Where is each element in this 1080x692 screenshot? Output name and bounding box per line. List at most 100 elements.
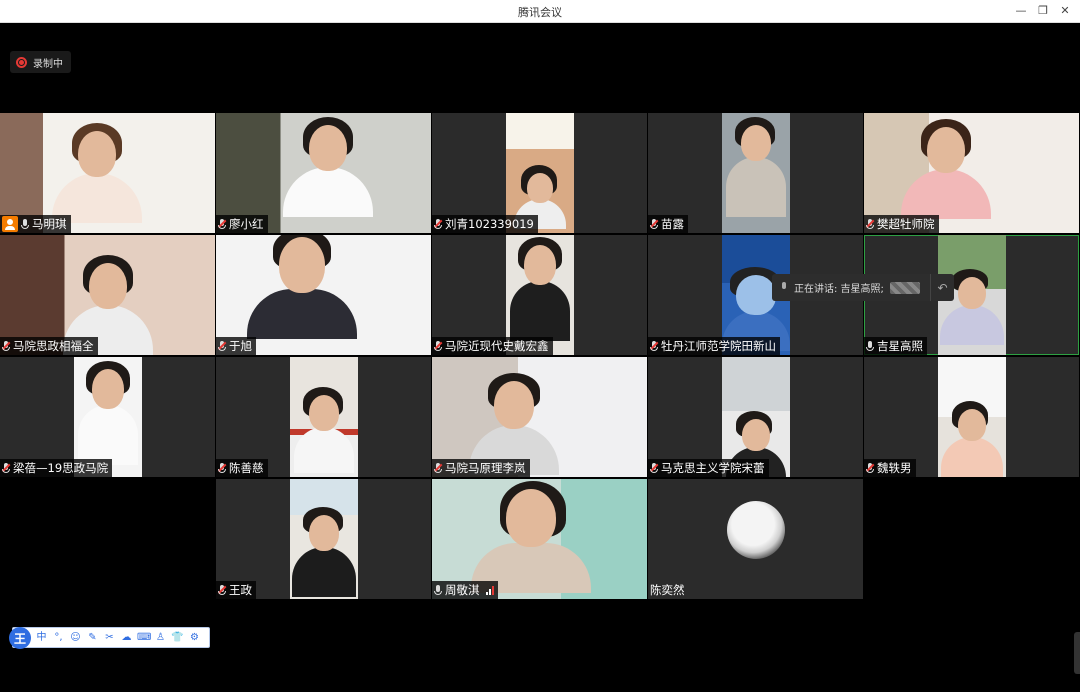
emoji-icon[interactable]: ☺ xyxy=(69,631,82,645)
name-tag: 马院思政相福全 xyxy=(0,337,98,355)
mic-muted-icon xyxy=(217,340,227,352)
restore-icon[interactable]: ❐ xyxy=(1034,3,1052,19)
ime-logo[interactable]: 王 xyxy=(9,627,31,649)
ime-mode-toggle[interactable]: 中 xyxy=(35,631,48,645)
name-tag: 周敬淇 xyxy=(432,581,498,599)
participant-tile[interactable]: 魏轶男 xyxy=(864,357,1079,477)
participant-name: 梁蓓—19思政马院 xyxy=(13,461,109,475)
participant-name: 马院马原理李岚 xyxy=(445,461,526,475)
name-tag: 苗露 xyxy=(648,215,688,233)
name-tag: 吉星高照 xyxy=(864,337,927,355)
mic-muted-icon xyxy=(433,462,443,474)
settings-icon[interactable]: ⚙ xyxy=(188,631,201,645)
participant-name: 刘青102339019 xyxy=(445,217,534,231)
keyboard-icon[interactable]: ⌨ xyxy=(137,631,151,645)
participant-name: 魏轶男 xyxy=(877,461,912,475)
mic-muted-icon xyxy=(865,462,875,474)
name-tag: 马院马原理李岚 xyxy=(432,459,530,477)
name-tag: 廖小红 xyxy=(216,215,268,233)
recording-label: 录制中 xyxy=(33,58,63,70)
participant-name: 马克思主义学院宋蕾 xyxy=(661,461,765,475)
participant-tile[interactable]: 樊超牡师院 xyxy=(864,113,1079,233)
participant-name: 陈奕然 xyxy=(650,583,685,597)
name-tag: 马明琪 xyxy=(0,215,71,233)
participant-name: 王政 xyxy=(229,583,252,597)
mic-muted-icon xyxy=(433,340,443,352)
user-icon[interactable]: ♙ xyxy=(154,631,167,645)
participant-name: 牡丹江师范学院田新山 xyxy=(661,339,776,353)
participant-tile[interactable]: 马院思政相福全 xyxy=(0,235,215,355)
mic-icon xyxy=(780,282,788,293)
mic-muted-icon xyxy=(649,218,659,230)
host-icon xyxy=(2,216,18,232)
name-tag: 陈善慈 xyxy=(216,459,268,477)
mic-icon xyxy=(866,340,874,352)
scissors-icon[interactable]: ✂ xyxy=(103,631,116,645)
participant-tile[interactable]: 苗露 xyxy=(648,113,863,233)
recording-badge[interactable]: 录制中 xyxy=(10,51,71,73)
cloud-icon[interactable]: ☁ xyxy=(120,631,133,645)
participant-tile[interactable]: 梁蓓—19思政马院 xyxy=(0,357,215,477)
mic-icon xyxy=(434,584,442,596)
name-tag: 马院近现代史戴宏鑫 xyxy=(432,337,553,355)
name-tag: 牡丹江师范学院田新山 xyxy=(648,337,780,355)
participant-tile[interactable]: 马明琪 xyxy=(0,113,215,233)
title-bar: 腾讯会议 — ❐ ✕ xyxy=(0,0,1080,23)
mic-muted-icon xyxy=(217,584,227,596)
name-tag: 陈奕然 xyxy=(648,581,689,599)
minimize-icon[interactable]: — xyxy=(1012,3,1030,19)
mic-muted-icon xyxy=(649,340,659,352)
mic-muted-icon xyxy=(865,218,875,230)
participant-name: 马院近现代史戴宏鑫 xyxy=(445,339,549,353)
name-tag: 刘青102339019 xyxy=(432,215,538,233)
mic-muted-icon xyxy=(217,218,227,230)
participant-tile[interactable]: 马院马原理李岚 xyxy=(432,357,647,477)
name-tag: 梁蓓—19思政马院 xyxy=(0,459,113,477)
mic-muted-icon xyxy=(649,462,659,474)
participant-name: 马院思政相福全 xyxy=(13,339,94,353)
mic-muted-icon xyxy=(217,462,227,474)
participant-tile-video-off[interactable]: 陈奕然 xyxy=(648,479,863,599)
participant-name: 吉星高照 xyxy=(877,339,923,353)
participant-name: 周敬淇 xyxy=(445,583,480,597)
participant-tile[interactable]: 廖小红 xyxy=(216,113,431,233)
mic-icon xyxy=(21,218,29,230)
meeting-window: 腾讯会议 — ❐ ✕ 录制中 马明琪 廖小红 刘青102339019 苗露 樊超… xyxy=(0,0,1080,692)
pen-icon[interactable]: ✎ xyxy=(86,631,99,645)
participant-tile[interactable]: 刘青102339019 xyxy=(432,113,647,233)
participant-tile[interactable]: 马克思主义学院宋蕾 xyxy=(648,357,863,477)
name-tag: 于旭 xyxy=(216,337,256,355)
side-handle[interactable] xyxy=(1074,632,1080,674)
punctuation-icon[interactable]: °, xyxy=(52,631,65,645)
window-title: 腾讯会议 xyxy=(518,6,562,19)
video-grid: 马明琪 廖小红 刘青102339019 苗露 樊超牡师院 马院思政相福全 于旭 … xyxy=(0,113,1080,599)
back-arrow-icon[interactable]: ↶ xyxy=(930,274,954,301)
mic-muted-icon xyxy=(433,218,443,230)
participant-name: 苗露 xyxy=(661,217,684,231)
name-tag: 樊超牡师院 xyxy=(864,215,939,233)
participant-name: 马明琪 xyxy=(32,217,67,231)
name-tag: 马克思主义学院宋蕾 xyxy=(648,459,769,477)
participant-tile[interactable]: 周敬淇 xyxy=(432,479,647,599)
participant-tile[interactable]: 王政 xyxy=(216,479,431,599)
participant-tile[interactable]: 马院近现代史戴宏鑫 xyxy=(432,235,647,355)
participant-tile[interactable]: 于旭 xyxy=(216,235,431,355)
mic-muted-icon xyxy=(1,462,11,474)
close-icon[interactable]: ✕ xyxy=(1056,3,1074,19)
participant-name: 陈善慈 xyxy=(229,461,264,475)
record-icon xyxy=(16,56,27,68)
name-tag: 魏轶男 xyxy=(864,459,916,477)
participant-tile[interactable]: 陈善慈 xyxy=(216,357,431,477)
skin-icon[interactable]: 👕 xyxy=(171,631,184,645)
participant-name: 樊超牡师院 xyxy=(877,217,935,231)
ime-toolbar[interactable]: 王 中 °, ☺ ✎ ✂ ☁ ⌨ ♙ 👕 ⚙ xyxy=(9,627,210,649)
participant-name: 于旭 xyxy=(229,339,252,353)
speaking-indicator[interactable]: 正在讲话: 吉星高照; ↶ xyxy=(772,274,954,301)
participant-name: 廖小红 xyxy=(229,217,264,231)
redacted-area xyxy=(889,281,920,294)
mic-muted-icon xyxy=(1,340,11,352)
signal-icon xyxy=(485,585,494,595)
name-tag: 王政 xyxy=(216,581,256,599)
avatar xyxy=(727,501,785,559)
speaking-label: 正在讲话: 吉星高照; xyxy=(794,284,884,295)
